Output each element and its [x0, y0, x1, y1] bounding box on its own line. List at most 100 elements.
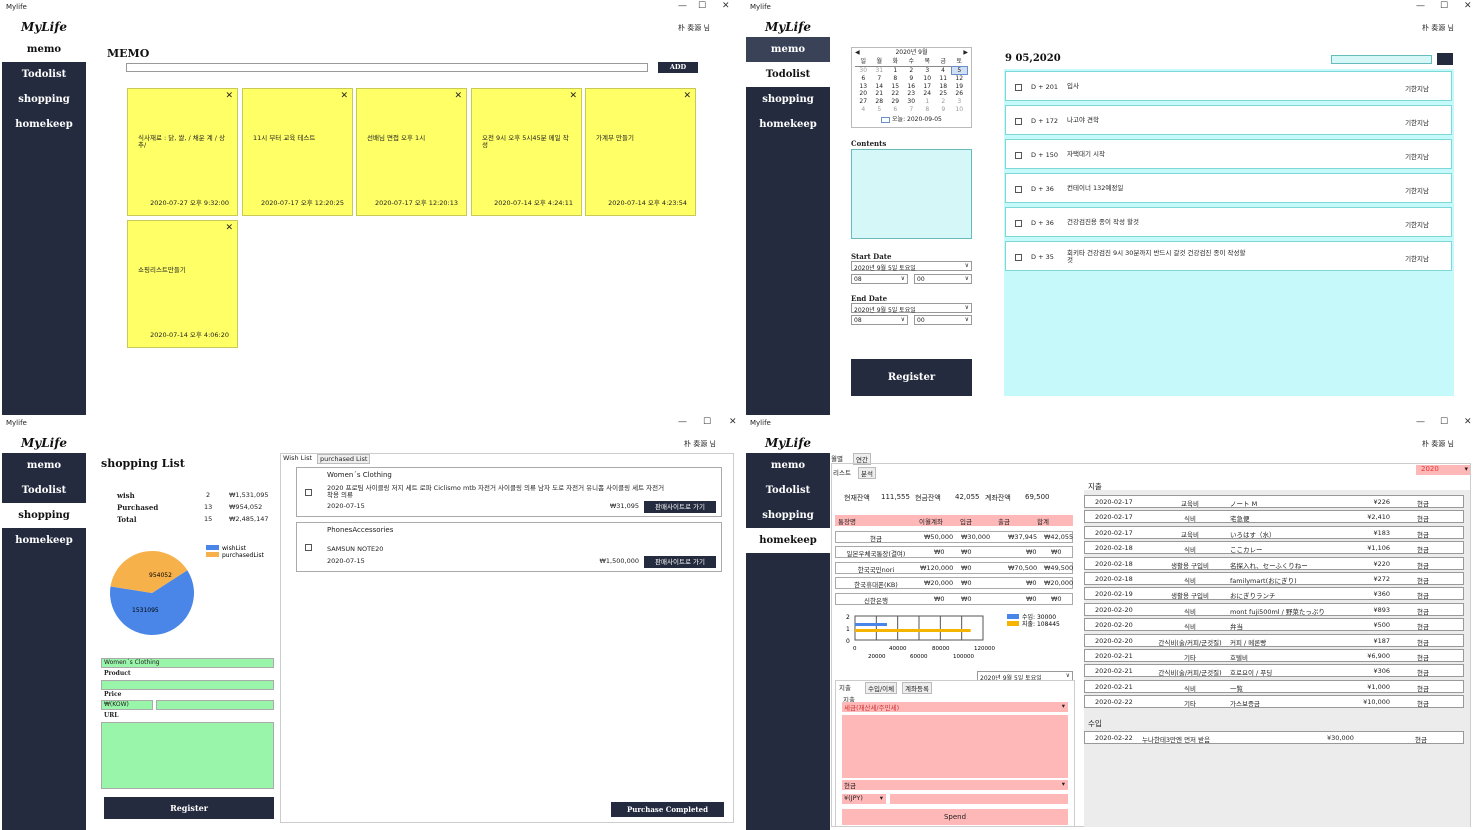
add-button[interactable]: ADD	[658, 62, 698, 73]
todo-item[interactable]: D + 201 입사 기한지남	[1005, 71, 1452, 101]
expense-row[interactable]: 2020-02-18 생활용 구입비 名探入れ、セーふくりねー ¥220 현금	[1084, 556, 1464, 570]
close-icon[interactable]: ✕	[340, 91, 348, 101]
price-input[interactable]	[156, 700, 274, 710]
expense-row[interactable]: 2020-02-21 기타 호텔비 ¥6,900 현금	[1084, 649, 1464, 662]
minimize-icon[interactable]: —	[678, 1, 687, 11]
memo-note[interactable]: ✕ 11시 부터 교육 테스트 2020-07-17 오후 12:20:25	[242, 88, 353, 216]
next-month-icon[interactable]: ▶	[963, 48, 968, 58]
currency-select[interactable]: ₩(KOW)	[101, 700, 153, 710]
close-icon[interactable]: ✕	[1464, 417, 1472, 427]
nav-shopping[interactable]: shopping	[746, 87, 830, 112]
nav-todolist[interactable]: Todolist	[746, 62, 830, 87]
todo-checkbox[interactable]	[1015, 254, 1022, 261]
spend-button[interactable]: Spend	[842, 809, 1068, 825]
maximize-icon[interactable]: ☐	[703, 417, 711, 427]
nav-memo[interactable]: memo	[746, 453, 830, 478]
tab-monthly[interactable]: 월별	[831, 453, 843, 463]
close-icon[interactable]: ✕	[225, 223, 233, 233]
close-icon[interactable]: ✕	[1464, 1, 1472, 11]
register-button[interactable]: Register	[104, 797, 274, 819]
nav-todolist[interactable]: Todolist	[2, 478, 86, 503]
todo-item[interactable]: D + 36 컨테이너 132예정일 기한지남	[1005, 173, 1452, 203]
register-button[interactable]: Register	[851, 359, 972, 396]
nav-homekeep[interactable]: homekeep	[2, 528, 86, 553]
end-hour-select[interactable]: 08	[851, 315, 908, 325]
calendar[interactable]: ◀ 2020년 9월 ▶ 일월화수목금토 30 31 1 2 3 4 5 6 7 8 9 10 11 1…	[851, 47, 972, 128]
end-minute-select[interactable]: 00	[914, 315, 972, 325]
expense-row[interactable]: 2020-02-17 교육비 ノート M ¥226 현금	[1084, 495, 1464, 508]
start-date-picker[interactable]: 2020년 9월 5일 토요일	[851, 261, 972, 272]
memo-input[interactable]	[126, 63, 648, 72]
payment-select[interactable]: 현금 ▾	[842, 780, 1068, 790]
tab-analysis[interactable]: 분석	[858, 467, 876, 479]
nav-memo[interactable]: memo	[2, 453, 86, 478]
todo-item[interactable]: D + 36 건강검진용 종이 작성 할것 기한지남	[1005, 207, 1452, 237]
minimize-icon[interactable]: —	[1416, 417, 1425, 427]
account-row[interactable]: 현금 ₩50,000 ₩30,000 ₩37,945 ₩42,055	[835, 531, 1073, 543]
expense-row[interactable]: 2020-02-19 생활용 구입비 おにぎりランチ ¥360 현금	[1084, 587, 1464, 601]
nav-memo[interactable]: memo	[746, 37, 830, 62]
nav-shopping[interactable]: shopping	[2, 87, 86, 112]
end-date-picker[interactable]: 2020년 9월 5일 토요일	[851, 303, 972, 314]
minimize-icon[interactable]: —	[1416, 1, 1425, 11]
item-checkbox[interactable]	[305, 544, 312, 551]
close-icon[interactable]: ✕	[454, 91, 462, 101]
expense-row[interactable]: 2020-02-20 간식비(술/커피/군것질) 커피 / 메론빵 ¥187 현금	[1084, 633, 1464, 647]
expense-row[interactable]: 2020-02-17 교육비 いろはす（水） ¥183 현금	[1084, 525, 1464, 539]
tab-expense[interactable]: 지출	[839, 682, 851, 692]
expense-row[interactable]: 2020-02-18 식비 ここカレー ¥1,106 현금	[1084, 541, 1464, 555]
currency-select[interactable]: ¥(JPY) ▾	[842, 794, 886, 804]
close-icon[interactable]: ✕	[729, 417, 737, 427]
product-input[interactable]	[101, 680, 274, 690]
memo-note[interactable]: ✕ 쇼핑리스트만들기 2020-07-14 오후 4:06:20	[127, 220, 238, 348]
todo-item[interactable]: D + 172 나고야 견학 기한지남	[1005, 105, 1452, 135]
tab-account-register[interactable]: 계좌등록	[902, 682, 932, 694]
todo-checkbox[interactable]	[1015, 118, 1022, 125]
nav-todolist[interactable]: Todolist	[746, 478, 830, 503]
expense-row[interactable]: 2020-02-20 식비 弁当 ¥500 현금	[1084, 618, 1464, 632]
todo-checkbox[interactable]	[1015, 84, 1022, 91]
memo-textarea[interactable]	[842, 715, 1068, 778]
nav-todolist[interactable]: Todolist	[2, 62, 86, 87]
maximize-icon[interactable]: ☐	[1440, 1, 1448, 11]
account-row[interactable]: 일본우체국통장(결여) ₩0 ₩0 ₩0 ₩0	[835, 546, 1073, 558]
account-row[interactable]: 한국휴대폰(KB) ₩20,000 ₩0 ₩0 ₩20,000	[835, 577, 1073, 589]
expense-row[interactable]: 2020-02-18 식비 familymart(おにぎり) ¥272 현금	[1084, 572, 1464, 585]
memo-note[interactable]: ✕ 오전 9시 오후 5시45분 메일 작성 2020-07-14 오후 4:24:…	[471, 88, 582, 216]
nav-memo[interactable]: memo	[2, 37, 86, 62]
nav-homekeep[interactable]: homekeep	[746, 112, 830, 137]
category-select[interactable]: Women´s Clothing	[101, 658, 274, 668]
expense-row[interactable]: 2020-02-20 식비 mont fuji500ml / 野菜たっぷり ¥893 현…	[1084, 602, 1464, 616]
close-icon[interactable]: ✕	[225, 91, 233, 101]
start-hour-select[interactable]: 08	[851, 274, 908, 284]
expense-row[interactable]: 2020-02-17 식비 宅急便 ¥2,410 현금	[1084, 510, 1464, 524]
go-to-site-button[interactable]: 판매사이트로 가기	[644, 501, 716, 513]
nav-shopping[interactable]: shopping	[746, 503, 830, 528]
purchase-completed-button[interactable]: Purchase Completed	[611, 802, 724, 817]
amount-input[interactable]	[890, 794, 1068, 804]
nav-shopping[interactable]: shopping	[2, 503, 86, 528]
search-input[interactable]	[1331, 55, 1432, 64]
wish-item[interactable]: Women´s Clothing 2020 프로팀 사이클링 저지 세트 로파 C…	[296, 467, 722, 517]
url-input[interactable]	[101, 722, 274, 789]
go-to-site-button[interactable]: 판매사이트로 가기	[644, 556, 716, 568]
search-button[interactable]	[1437, 53, 1453, 65]
contents-input[interactable]	[851, 149, 972, 239]
close-icon[interactable]: ✕	[683, 91, 691, 101]
memo-note[interactable]: ✕ 선배님 면접 오후 1시 2020-07-17 오후 12:20:13	[356, 88, 467, 216]
expense-row[interactable]: 2020-02-21 간식비(술/커피/군것질) 호로요이 / 푸딩 ¥306 현금	[1084, 664, 1464, 678]
account-row[interactable]: 한국국민nori ₩120,000 ₩0 ₩70,500 ₩49,500	[835, 562, 1073, 574]
todo-checkbox[interactable]	[1015, 152, 1022, 159]
wish-item[interactable]: PhonesAccessories SAMSUN NOTE20 2020-07-15…	[296, 522, 722, 572]
todo-checkbox[interactable]	[1015, 186, 1022, 193]
nav-homekeep[interactable]: homekeep	[746, 528, 830, 553]
expense-row[interactable]: 2020-02-22 기타 가스보증금 ¥10,000 현금	[1084, 695, 1464, 709]
tab-income-transfer[interactable]: 수입/이체	[865, 682, 898, 694]
close-icon[interactable]: ✕	[722, 1, 730, 11]
calendar-grid[interactable]: 일월화수목금토 30 31 1 2 3 4 5 6 7 8 9 10 11 12 13 14 15 16 17 1…	[855, 58, 968, 113]
memo-note[interactable]: ✕ 가계부 만들기 2020-07-14 오후 4:23:54	[585, 88, 696, 216]
calendar-today[interactable]: 오늘: 2020-09-05	[852, 114, 971, 123]
todo-item[interactable]: D + 35 회키타 건강검진 9시 30분까지 반드시 갈것 건강검진 종이 작…	[1005, 241, 1452, 271]
nav-homekeep[interactable]: homekeep	[2, 112, 86, 137]
memo-note[interactable]: ✕ 식사재료 : 닭, 쌀, / 채운 계 / 상추/2020-07-27 오후 …	[127, 88, 238, 216]
